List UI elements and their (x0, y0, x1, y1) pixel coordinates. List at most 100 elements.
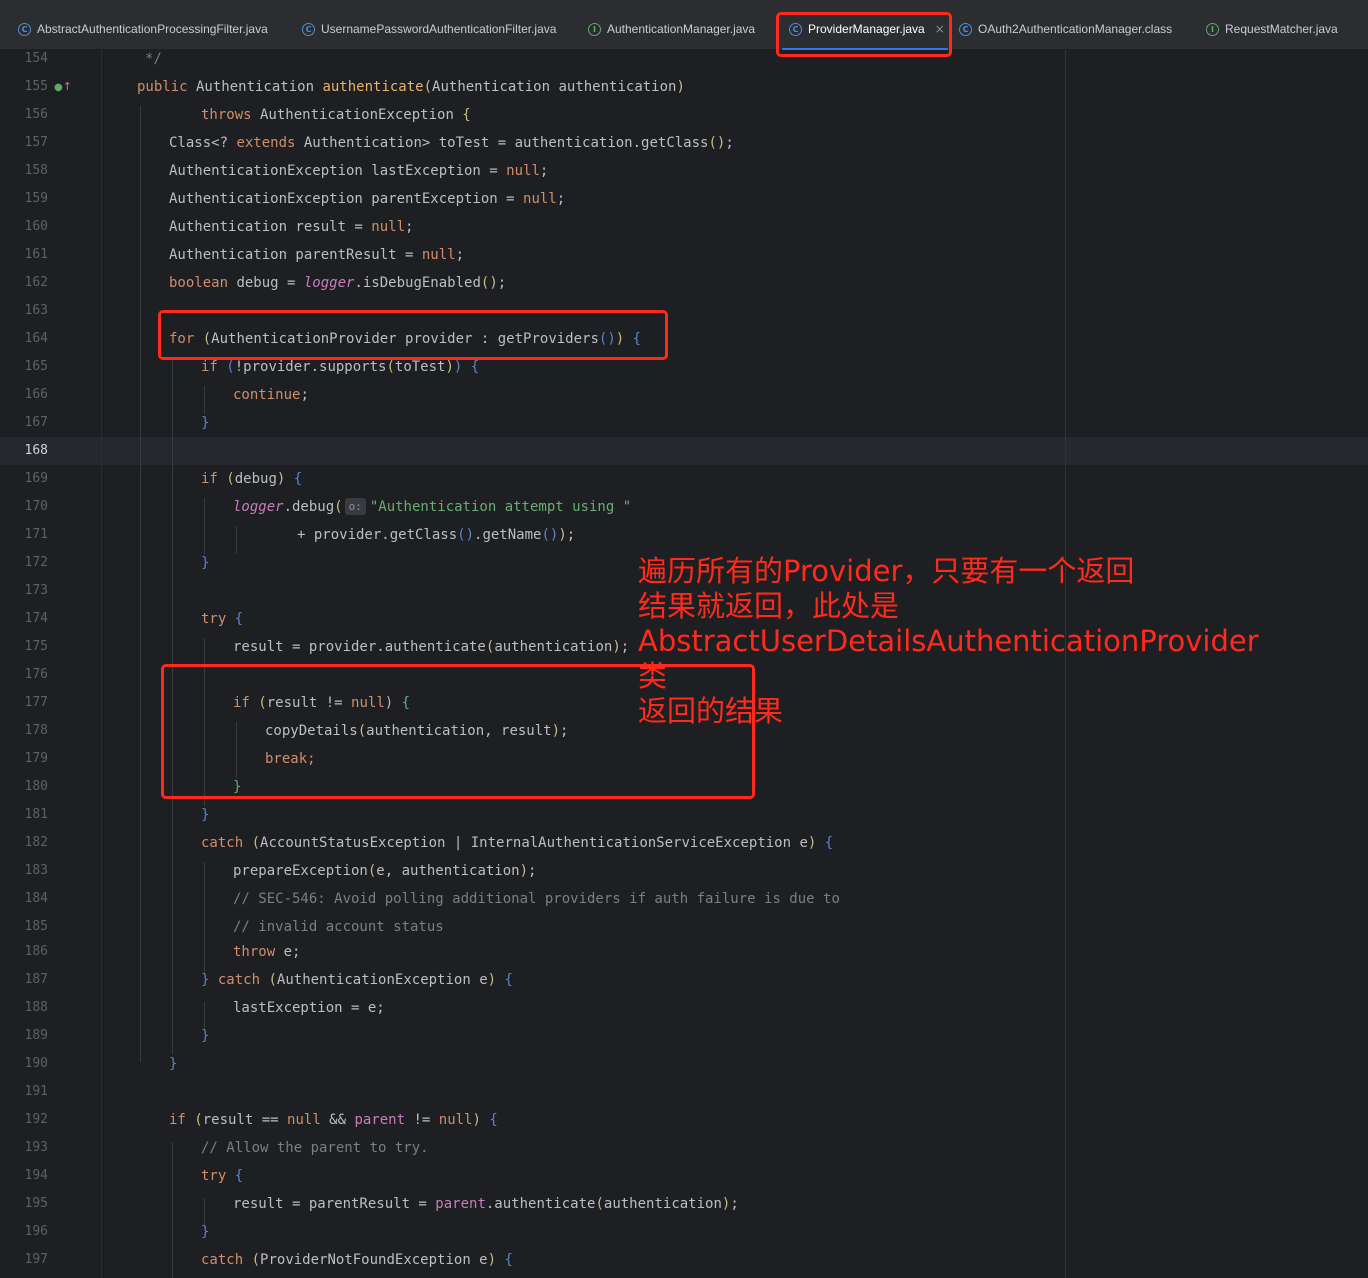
line-number: 189 (24, 1028, 48, 1043)
line-number: 181 (24, 807, 48, 822)
code-text: if (result == null && parent != null) { (169, 1112, 498, 1128)
line-number: 159 (24, 191, 48, 206)
tab-label: UsernamePasswordAuthenticationFilter.jav… (321, 22, 557, 36)
line-number: 168 (24, 443, 48, 458)
code-text: } catch (AuthenticationException e) { (201, 972, 513, 988)
code-line: 192 if (result == null && parent != null… (0, 1106, 1368, 1134)
line-number: 178 (24, 723, 48, 738)
code-line: 169 if (debug) { (0, 465, 1368, 493)
line-number: 193 (24, 1140, 48, 1155)
implementing-method-icon[interactable]: ●↑ (54, 73, 72, 102)
tab-authentication-manager[interactable]: I AuthenticationManager.java (588, 12, 755, 46)
line-number: 161 (24, 247, 48, 262)
class-icon: C (302, 22, 315, 36)
parameter-hint: o: (344, 498, 366, 515)
line-number: 166 (24, 387, 48, 402)
code-line: 185 // invalid account status (0, 913, 1368, 941)
code-line: 181 } (0, 801, 1368, 829)
line-number: 197 (24, 1252, 48, 1267)
code-text: catch (ProviderNotFoundException e) { (201, 1252, 513, 1268)
tab-abstract-authentication-processing-filter[interactable]: C AbstractAuthenticationProcessingFilter… (18, 12, 268, 46)
code-text: */ (145, 51, 162, 67)
code-line: 158 AuthenticationException lastExceptio… (0, 157, 1368, 185)
editor-tab-bar: C AbstractAuthenticationProcessingFilter… (0, 0, 1368, 50)
code-text: Class<? extends Authentication> toTest =… (169, 135, 734, 151)
line-number: 176 (24, 667, 48, 682)
code-line: 168 (0, 437, 1368, 465)
code-text: AuthenticationException parentException … (169, 191, 566, 207)
code-line: 188 lastException = e; (0, 994, 1368, 1022)
line-number: 188 (24, 1000, 48, 1015)
code-text: Authentication result = null; (169, 219, 414, 235)
code-text: } (201, 1028, 210, 1044)
line-number: 177 (24, 695, 48, 710)
code-line: 189 } (0, 1022, 1368, 1050)
annotation-note: 遍历所有的Provider，只要有一个返回 结果就返回，此处是 Abstract… (638, 554, 1259, 728)
code-text: public Authentication authenticate(Authe… (137, 79, 685, 95)
line-number: 157 (24, 135, 48, 150)
active-tab-highlight-box (776, 12, 952, 57)
tab-oauth2-authentication-manager[interactable]: C OAuth2AuthenticationManager.class (959, 12, 1172, 46)
line-number: 192 (24, 1112, 48, 1127)
code-text: AuthenticationException lastException = … (169, 163, 549, 179)
tab-label: AuthenticationManager.java (607, 22, 756, 36)
line-number: 165 (24, 359, 48, 374)
code-comment: // SEC-546: Avoid polling additional pro… (233, 891, 840, 907)
code-line: 194 try { (0, 1162, 1368, 1190)
code-line: 154 */ (0, 45, 1368, 73)
line-number: 154 (24, 51, 48, 66)
code-line: 182 catch (AccountStatusException | Inte… (0, 829, 1368, 857)
code-text: result = provider.authenticate(authentic… (233, 639, 630, 655)
code-comment: // invalid account status (233, 919, 444, 935)
line-number: 183 (24, 863, 48, 878)
line-number: 190 (24, 1056, 48, 1071)
code-line: 160 Authentication result = null; (0, 213, 1368, 241)
code-text: } (201, 415, 210, 431)
code-comment: // Allow the parent to try. (201, 1140, 429, 1156)
code-line: 197 catch (ProviderNotFoundException e) … (0, 1246, 1368, 1274)
code-text: catch (AccountStatusException | Internal… (201, 835, 834, 851)
code-line: 162 boolean debug = logger.isDebugEnable… (0, 269, 1368, 297)
code-line: 170 logger.debug(o: "Authentication attem… (0, 493, 1368, 521)
line-number: 187 (24, 972, 48, 987)
code-text: throw e; (233, 944, 301, 960)
class-icon: C (959, 22, 972, 36)
line-number: 170 (24, 499, 48, 514)
line-number: 171 (24, 527, 48, 542)
code-line: 190 } (0, 1050, 1368, 1078)
line-number: 169 (24, 471, 48, 486)
line-number: 184 (24, 891, 48, 906)
code-text: try { (201, 611, 244, 627)
code-text: boolean debug = logger.isDebugEnabled(); (169, 275, 507, 291)
line-number: 196 (24, 1224, 48, 1239)
code-text: + provider.getClass().getName()); (297, 527, 576, 543)
class-icon: C (18, 22, 31, 36)
code-line: 191 (0, 1078, 1368, 1106)
code-line: 196 } (0, 1218, 1368, 1246)
line-number: 163 (24, 303, 48, 318)
line-number: 175 (24, 639, 48, 654)
tab-label: AbstractAuthenticationProcessingFilter.j… (37, 22, 268, 36)
line-number: 173 (24, 583, 48, 598)
override-up-arrow-icon: ↑ (62, 80, 72, 93)
code-text: } (201, 555, 210, 571)
code-text: result = parentResult = parent.authentic… (233, 1196, 739, 1212)
code-text: if (debug) { (201, 471, 303, 487)
line-number: 158 (24, 163, 48, 178)
line-number: 167 (24, 415, 48, 430)
line-number: 186 (24, 944, 48, 959)
code-text: throws AuthenticationException { (201, 107, 471, 123)
code-text: continue; (233, 387, 309, 403)
tab-request-matcher[interactable]: I RequestMatcher.java (1206, 12, 1338, 46)
code-line: 193 // Allow the parent to try. (0, 1134, 1368, 1162)
code-line: 184 // SEC-546: Avoid polling additional… (0, 885, 1368, 913)
tab-username-password-authentication-filter[interactable]: C UsernamePasswordAuthenticationFilter.j… (302, 12, 556, 46)
code-text: } (201, 1224, 210, 1240)
tab-label: OAuth2AuthenticationManager.class (978, 22, 1173, 36)
line-number: 195 (24, 1196, 48, 1211)
line-number: 182 (24, 835, 48, 850)
code-line: 166 continue; (0, 381, 1368, 409)
code-text: Authentication parentResult = null; (169, 247, 465, 263)
code-line: 159 AuthenticationException parentExcept… (0, 185, 1368, 213)
line-number: 164 (24, 331, 48, 346)
